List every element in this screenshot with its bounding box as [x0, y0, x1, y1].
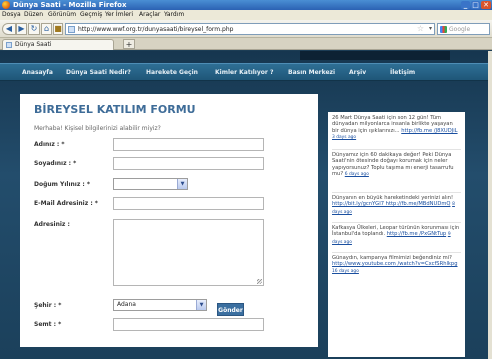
feed-item: 26 Mart Dünya Saati için son 12 gün! Tüm… — [332, 115, 461, 142]
email-input[interactable] — [113, 197, 264, 210]
nav-contact[interactable]: İletişim — [390, 64, 415, 82]
menu-item-history[interactable]: Geçmiş — [80, 11, 102, 19]
page-content: Anasayfa Dünya Saati Nedir? Harekete Geç… — [0, 51, 488, 359]
submit-button[interactable]: Gönder — [217, 303, 244, 316]
bookmark-icon[interactable]: ■ — [53, 23, 63, 35]
menu-item-bookmarks[interactable]: Yer İmleri — [105, 11, 133, 19]
name-label: Adınız : * — [34, 141, 65, 148]
feed-link[interactable]: http://www.youtube.com /watch?v=CxcfSRhl… — [332, 261, 458, 267]
menu-item-view[interactable]: Görünüm — [48, 11, 76, 19]
address-textarea[interactable] — [113, 219, 264, 286]
feed-time[interactable]: 16 days ago — [332, 269, 359, 274]
feed-link[interactable]: http://fb.me /J8XUDJiL — [401, 128, 457, 134]
feed-link[interactable]: http://bit.ly/gcnYGI7 http://fb.me/MBdNU… — [332, 201, 450, 207]
reload-icon[interactable]: ↻ — [28, 23, 40, 35]
feed-item: Dünyamız için 60 dakikaya değer! Peki Dü… — [332, 152, 461, 179]
url-bar[interactable]: http://www.wwf.org.tr/dunyasaati/bireyse… — [65, 23, 435, 35]
surname-label: Soyadınız : * — [34, 160, 77, 167]
chevron-down-icon[interactable]: ▾ — [429, 24, 432, 34]
name-input[interactable] — [113, 138, 264, 151]
minimize-button[interactable]: _ — [461, 1, 470, 9]
google-icon[interactable] — [440, 26, 447, 33]
feed-divider — [332, 222, 461, 223]
nav-home[interactable]: Anasayfa — [22, 64, 53, 82]
maximize-button[interactable]: □ — [471, 1, 480, 9]
navigation-toolbar: ◀ ▶ ↻ ⌂ ■ http://www.wwf.org.tr/dunyasaa… — [0, 20, 492, 38]
window-title: Dünya Saati - Mozilla Firefox — [13, 1, 127, 9]
close-window-button[interactable]: ✕ — [481, 1, 491, 9]
back-arrow-icon[interactable]: ◀ — [2, 23, 16, 35]
news-feed: 26 Mart Dünya Saati için son 12 gün! Tüm… — [328, 112, 465, 357]
feed-divider — [332, 149, 461, 150]
nav-who-joins[interactable]: Kimler Katılıyor ? — [215, 64, 273, 82]
menu-item-tools[interactable]: Araçlar — [139, 11, 160, 19]
resize-grip-icon[interactable] — [257, 279, 262, 284]
feed-time[interactable]: 6 days ago — [345, 172, 369, 177]
form-title: BİREYSEL KATILIM FORMU — [34, 103, 196, 116]
city-select[interactable]: Adana ▼ — [113, 299, 207, 311]
home-icon[interactable]: ⌂ — [41, 23, 52, 35]
top-strip — [300, 51, 450, 60]
site-favicon-icon — [68, 26, 75, 33]
city-label: Şehir : * — [34, 302, 62, 309]
tab-label: Dünya Saati — [15, 41, 52, 48]
district-label: Semt : * — [34, 321, 62, 328]
feed-item: Dünyanın en büyük hareketindeki yerinizi… — [332, 195, 461, 216]
site-nav: Anasayfa Dünya Saati Nedir? Harekete Geç… — [0, 63, 488, 81]
menu-item-file[interactable]: Dosya — [2, 11, 21, 19]
tab-dunya-saati[interactable]: Dünya Saati — [2, 39, 114, 50]
menu-item-edit[interactable]: Düzen — [24, 11, 43, 19]
feed-item: Günaydın, kampanya filmimizi beğendiniz … — [332, 255, 461, 275]
nav-take-action[interactable]: Harekete Geçin — [146, 64, 198, 82]
nav-press[interactable]: Basın Merkezi — [288, 64, 335, 82]
feed-item: Kafkasya Ülkeleri, Leopar türünün korunm… — [332, 225, 461, 246]
tab-favicon-icon — [6, 42, 12, 48]
new-tab-button[interactable]: + — [123, 39, 135, 49]
menu-bar: Dosya Düzen Görünüm Geçmiş Yer İmleri Ar… — [0, 10, 492, 20]
feed-divider — [332, 192, 461, 193]
city-value: Adana — [117, 301, 136, 308]
feed-divider — [332, 252, 461, 253]
district-input[interactable] — [113, 318, 264, 331]
firefox-icon — [2, 1, 10, 9]
url-text[interactable]: http://www.wwf.org.tr/dunyasaati/bireyse… — [78, 25, 233, 34]
search-placeholder[interactable]: Google — [449, 25, 470, 34]
window-titlebar: Dünya Saati - Mozilla Firefox _ □ ✕ — [0, 0, 492, 10]
email-label: E-Mail Adresiniz : * — [34, 200, 98, 207]
menu-item-help[interactable]: Yardım — [164, 11, 184, 19]
vertical-scrollbar[interactable] — [488, 51, 492, 359]
chevron-down-icon[interactable]: ▼ — [177, 179, 187, 189]
nav-what-is[interactable]: Dünya Saati Nedir? — [66, 64, 131, 82]
tab-bar: Dünya Saati + — [0, 38, 492, 50]
address-label: Adresiniz : — [34, 221, 70, 228]
feed-text: Dünyanın en büyük hareketindeki yerinizi… — [332, 195, 454, 201]
birth-year-select[interactable]: ▼ — [113, 178, 188, 190]
forward-arrow-icon[interactable]: ▶ — [16, 23, 27, 35]
form-subtitle: Merhaba! Kişisel bilgilerinizi alabilir … — [34, 125, 161, 132]
surname-input[interactable] — [113, 157, 264, 170]
nav-archive[interactable]: Arşiv — [349, 64, 366, 82]
feed-text: Günaydın, kampanya filmimizi beğendiniz … — [332, 255, 452, 261]
star-icon[interactable]: ☆ — [417, 24, 424, 34]
birth-year-label: Doğum Yılınız : * — [34, 181, 91, 188]
feed-link[interactable]: http://fb.me /PxGNtTup — [387, 231, 446, 237]
feed-time[interactable]: 3 days ago — [332, 135, 356, 140]
chevron-down-icon[interactable]: ▼ — [196, 300, 206, 310]
search-bar[interactable]: Google — [437, 23, 490, 35]
registration-form: BİREYSEL KATILIM FORMU Merhaba! Kişisel … — [20, 94, 318, 347]
